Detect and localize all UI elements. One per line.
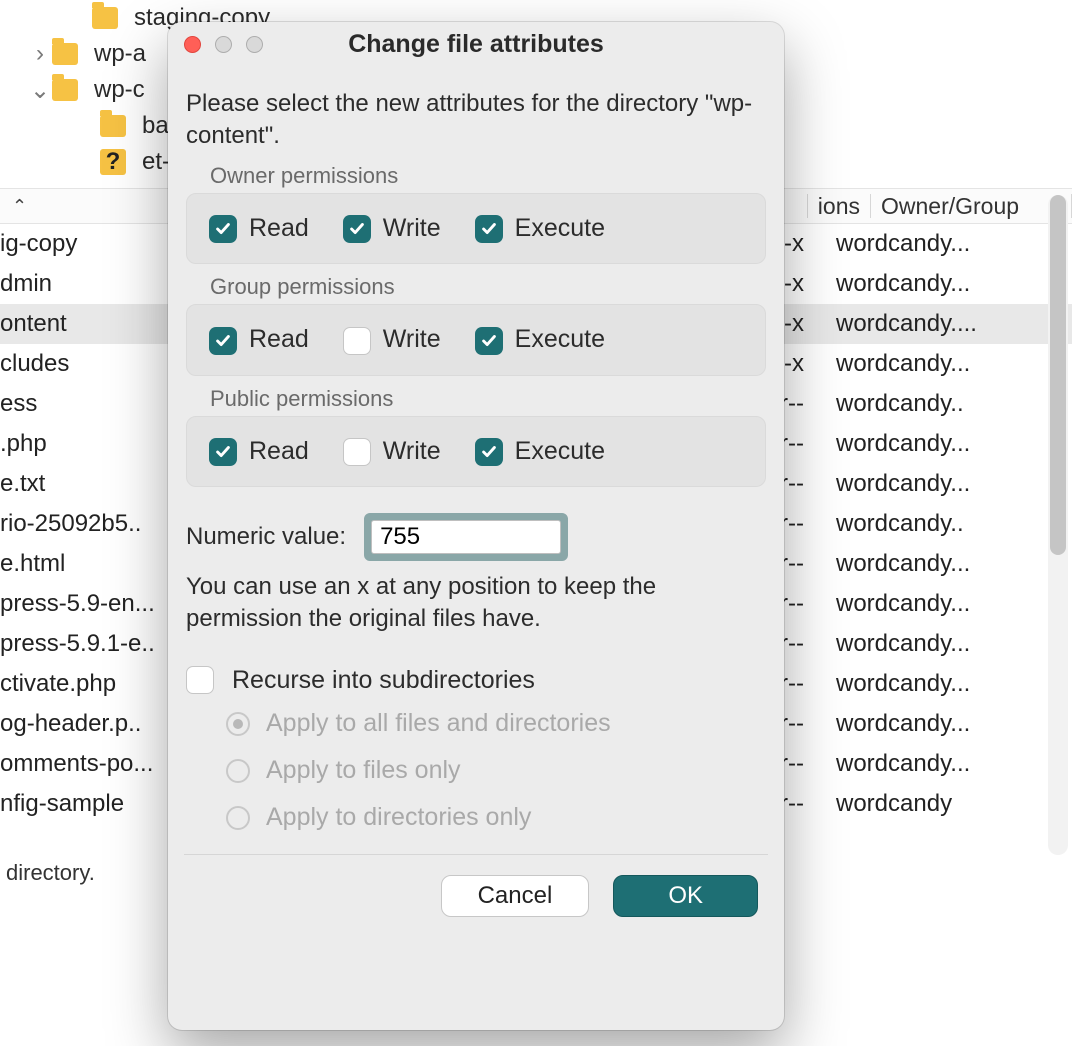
change-attributes-dialog: Change file attributes Please select the… xyxy=(168,22,784,1030)
file-owner: wordcandy... xyxy=(820,710,1072,738)
file-name: e.txt xyxy=(0,470,180,498)
folder-icon xyxy=(52,79,78,101)
status-text: directory. xyxy=(6,860,95,886)
folder-icon xyxy=(52,43,78,65)
file-name: e.html xyxy=(0,550,180,578)
scrollbar-track[interactable] xyxy=(1048,195,1068,855)
dialog-titlebar[interactable]: Change file attributes xyxy=(168,22,784,66)
file-owner: wordcandy.... xyxy=(820,310,1072,338)
file-name: rio-25092b5.. xyxy=(0,510,180,538)
file-owner: wordcandy... xyxy=(820,230,1072,258)
owner-permissions-group: Read Write Execute xyxy=(186,193,766,264)
chevron-right-icon[interactable]: › xyxy=(30,40,50,68)
owner-write-checkbox[interactable] xyxy=(343,215,371,243)
group-permissions-group: Read Write Execute xyxy=(186,304,766,375)
file-owner: wordcandy... xyxy=(820,630,1072,658)
write-label: Write xyxy=(383,325,441,353)
chevron-down-icon[interactable]: ⌄ xyxy=(30,76,50,105)
file-name: press-5.9-en... xyxy=(0,590,180,618)
public-read-checkbox[interactable] xyxy=(209,438,237,466)
recurse-radio-group: Apply to all files and directories Apply… xyxy=(226,709,766,832)
scrollbar-thumb[interactable] xyxy=(1050,195,1066,555)
apply-all-label: Apply to all files and directories xyxy=(266,709,611,737)
file-name: nfig-sample xyxy=(0,790,180,818)
apply-all-radio xyxy=(226,712,250,736)
group-write-checkbox[interactable] xyxy=(343,327,371,355)
file-name: ontent xyxy=(0,310,180,338)
folder-icon xyxy=(92,7,118,29)
unknown-file-icon: ? xyxy=(100,149,126,175)
file-name: .php xyxy=(0,430,180,458)
column-owner[interactable]: Owner/Group xyxy=(871,193,1071,220)
file-owner: wordcandy.. xyxy=(820,390,1072,418)
read-label: Read xyxy=(249,437,309,465)
sort-caret-icon[interactable]: ⌃ xyxy=(0,196,27,217)
file-owner: wordcandy... xyxy=(820,550,1072,578)
file-name: cludes xyxy=(0,350,180,378)
file-name: omments-po... xyxy=(0,750,180,778)
execute-label: Execute xyxy=(515,437,605,465)
column-permissions[interactable]: ions xyxy=(808,193,870,220)
file-owner: wordcandy... xyxy=(820,590,1072,618)
file-name: ctivate.php xyxy=(0,670,180,698)
file-name: ess xyxy=(0,390,180,418)
group-permissions-label: Group permissions xyxy=(210,274,766,300)
file-name: press-5.9.1-e.. xyxy=(0,630,180,658)
read-label: Read xyxy=(249,325,309,353)
numeric-value-label: Numeric value: xyxy=(186,523,346,551)
file-owner: wordcandy... xyxy=(820,470,1072,498)
tree-item-label: et- xyxy=(142,148,170,176)
file-name: og-header.p.. xyxy=(0,710,180,738)
apply-dirs-radio xyxy=(226,806,250,830)
file-owner: wordcandy... xyxy=(820,270,1072,298)
apply-files-label: Apply to files only xyxy=(266,756,461,784)
numeric-value-input[interactable] xyxy=(371,520,561,554)
group-execute-checkbox[interactable] xyxy=(475,327,503,355)
dialog-title: Change file attributes xyxy=(168,30,784,59)
public-write-checkbox[interactable] xyxy=(343,438,371,466)
file-owner: wordcandy... xyxy=(820,750,1072,778)
execute-label: Execute xyxy=(515,214,605,242)
file-name: dmin xyxy=(0,270,180,298)
tree-item-label: wp-c xyxy=(94,76,145,104)
public-permissions-group: Read Write Execute xyxy=(186,416,766,487)
write-label: Write xyxy=(383,437,441,465)
read-label: Read xyxy=(249,214,309,242)
folder-icon xyxy=(100,115,126,137)
public-permissions-label: Public permissions xyxy=(210,386,766,412)
file-owner: wordcandy... xyxy=(820,430,1072,458)
numeric-hint-text: You can use an x at any position to keep… xyxy=(186,571,766,636)
write-label: Write xyxy=(383,214,441,242)
ok-button[interactable]: OK xyxy=(613,875,758,917)
recurse-checkbox[interactable] xyxy=(186,666,214,694)
owner-permissions-label: Owner permissions xyxy=(210,163,766,189)
apply-files-radio xyxy=(226,759,250,783)
file-owner: wordcandy xyxy=(820,790,1072,818)
file-owner: wordcandy... xyxy=(820,670,1072,698)
dialog-intro-text: Please select the new attributes for the… xyxy=(186,88,766,153)
recurse-label: Recurse into subdirectories xyxy=(232,666,535,695)
public-execute-checkbox[interactable] xyxy=(475,438,503,466)
tree-item-label: wp-a xyxy=(94,40,146,68)
owner-read-checkbox[interactable] xyxy=(209,215,237,243)
apply-dirs-label: Apply to directories only xyxy=(266,803,531,831)
owner-execute-checkbox[interactable] xyxy=(475,215,503,243)
execute-label: Execute xyxy=(515,325,605,353)
tree-item-label: ba xyxy=(142,112,169,140)
file-owner: wordcandy.. xyxy=(820,510,1072,538)
group-read-checkbox[interactable] xyxy=(209,327,237,355)
cancel-button[interactable]: Cancel xyxy=(441,875,590,917)
file-owner: wordcandy... xyxy=(820,350,1072,378)
file-name: ig-copy xyxy=(0,230,180,258)
